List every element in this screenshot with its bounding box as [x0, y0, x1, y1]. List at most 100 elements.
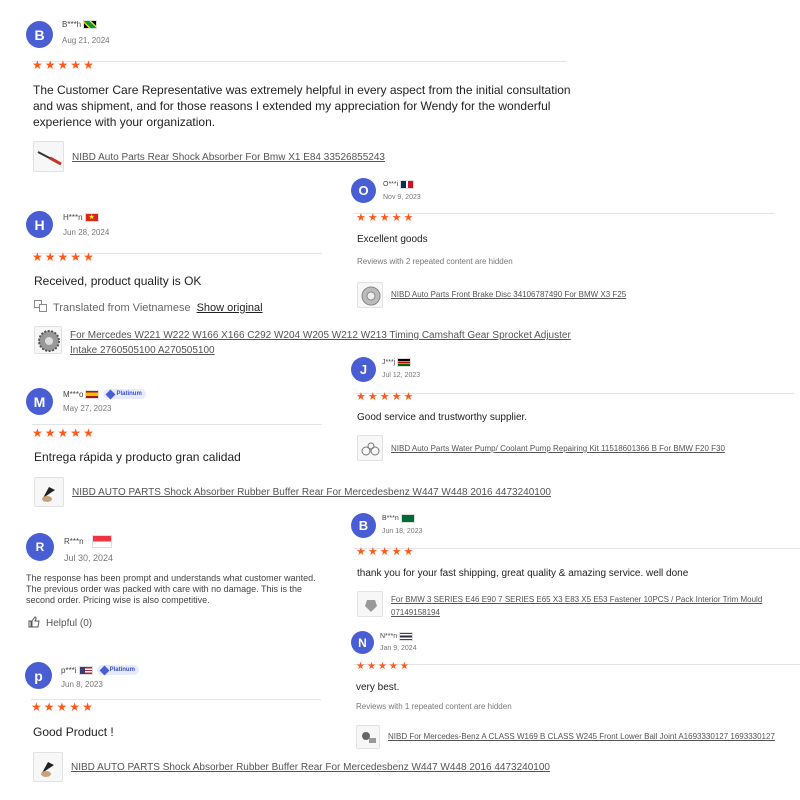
translated-label: Translated from Vietnamese [53, 301, 191, 314]
reviewer-name: p***i [61, 665, 77, 675]
divider [354, 393, 794, 394]
star-icon: ★ [391, 546, 402, 558]
thumbs-up-icon [28, 616, 40, 631]
star-icon: ★ [83, 250, 94, 264]
star-icon: ★ [356, 546, 366, 558]
brake-disc-icon [357, 282, 383, 308]
ball-joint-icon [356, 725, 380, 749]
product-link[interactable]: NIBD AUTO PARTS Shock Absorber Rubber Bu… [72, 487, 551, 498]
reviewer-name: B***h [62, 20, 82, 29]
product-link[interactable]: NIBD For Mercedes-Benz A CLASS W169 B CL… [388, 732, 775, 741]
star-icon: ★ [367, 391, 378, 403]
product-link[interactable]: NIBD Auto Parts Water Pump/ Coolant Pump… [391, 444, 725, 453]
platinum-badge: Platinum [103, 389, 146, 399]
star-icon: ★ [32, 426, 43, 440]
hidden-reviews-note: Reviews with 2 repeated content are hidd… [357, 257, 513, 266]
star-icon: ★ [44, 250, 56, 264]
helpful-button[interactable]: Helpful (0) [28, 616, 92, 631]
review-date: Jun 28, 2024 [63, 228, 110, 237]
star-rating: ★ ★ ★ ★ ★ [31, 701, 93, 713]
review-text: Good service and trustworthy supplier. [357, 412, 528, 423]
product-link[interactable]: NIBD Auto Parts Rear Shock Absorber For … [72, 152, 385, 163]
translate-icon [34, 300, 47, 315]
star-icon: ★ [366, 661, 376, 672]
star-icon: ★ [69, 700, 81, 714]
review-text: thank you for your fast shipping, great … [357, 568, 689, 579]
divider [32, 61, 566, 62]
star-icon: ★ [57, 58, 69, 72]
avatar: B [351, 513, 376, 538]
star-icon: ★ [83, 58, 94, 72]
product-link[interactable]: For Mercedes W221 W222 W166 X166 C292 W2… [70, 328, 600, 358]
product-link[interactable]: NIBD Auto Parts Front Brake Disc 3410678… [391, 290, 626, 299]
platinum-badge: Platinum [96, 665, 139, 675]
star-rating: ★ ★ ★ ★ ★ [32, 427, 94, 439]
star-icon: ★ [32, 58, 43, 72]
fastener-clip-icon [357, 591, 383, 617]
star-icon: ★ [356, 212, 366, 224]
review-date: Jun 18, 2023 [382, 528, 423, 535]
review-date: Aug 21, 2024 [62, 36, 110, 45]
vietnam-flag: ★ [84, 213, 99, 222]
jamaica-flag [83, 20, 98, 29]
avatar: J [351, 357, 376, 382]
star-icon: ★ [57, 426, 69, 440]
star-icon: ★ [403, 212, 414, 224]
review-text: The Customer Care Representative was ext… [33, 83, 571, 129]
reviewer-name: J***j [382, 359, 396, 366]
reviewer-name: H***n [63, 213, 83, 222]
divider [354, 548, 800, 549]
shock-absorber-icon [33, 141, 64, 172]
avatar: O [351, 178, 376, 203]
star-icon: ★ [70, 250, 82, 264]
star-rating: ★ ★ ★ ★ ★ [356, 213, 413, 224]
review-date: Nov 9, 2023 [383, 194, 421, 201]
star-icon: ★ [356, 391, 366, 403]
diamond-icon [99, 665, 110, 675]
star-icon: ★ [70, 58, 82, 72]
review-text: Received, product quality is OK [34, 274, 202, 288]
rubber-buffer-icon [33, 752, 63, 782]
star-icon: ★ [377, 661, 387, 672]
star-rating: ★ ★ ★ ★ ★ [356, 662, 409, 672]
star-icon: ★ [367, 212, 378, 224]
star-icon: ★ [391, 212, 402, 224]
divider [32, 424, 322, 425]
helpful-label: Helpful (0) [46, 618, 93, 629]
avatar: p [25, 662, 52, 689]
product-link[interactable]: For BMW 3 SERIES E46 E90 7 SERIES E65 X3… [391, 593, 800, 619]
hidden-reviews-note: Reviews with 1 repeated content are hidd… [356, 702, 512, 711]
water-pump-icon [357, 435, 383, 461]
dominican-republic-flag [400, 180, 415, 189]
singapore-flag [91, 535, 112, 548]
review-text: The response has been prompt and underst… [26, 573, 316, 605]
product-link[interactable]: NIBD AUTO PARTS Shock Absorber Rubber Bu… [71, 762, 550, 773]
review-text: very best. [356, 682, 400, 693]
star-icon: ★ [70, 426, 82, 440]
rubber-buffer-icon [34, 477, 64, 507]
review-date: May 27, 2023 [63, 404, 112, 413]
avatar: N [351, 631, 374, 654]
star-rating: ★ ★ ★ ★ ★ [356, 392, 413, 403]
usa-flag [78, 665, 93, 675]
star-icon: ★ [399, 661, 409, 672]
thailand-flag [399, 632, 414, 641]
reviewer-name: B***n [382, 515, 399, 522]
reviewer-name: N***n [380, 633, 398, 640]
star-icon: ★ [403, 546, 414, 558]
avatar: H [26, 211, 53, 238]
star-icon: ★ [379, 391, 390, 403]
show-original-link[interactable]: Show original [197, 302, 263, 314]
star-rating: ★ ★ ★ ★ ★ [356, 547, 413, 558]
camshaft-gear-icon [34, 326, 62, 354]
review-text: Good Product ! [33, 725, 114, 739]
star-icon: ★ [379, 546, 390, 558]
star-icon: ★ [56, 700, 68, 714]
star-icon: ★ [379, 212, 390, 224]
divider [354, 664, 800, 665]
review-date: Jun 8, 2023 [61, 680, 103, 689]
star-rating: ★ ★ ★ ★ ★ [32, 59, 94, 71]
avatar: R [26, 533, 54, 561]
reviewer-name: R***n [64, 537, 84, 546]
divider [354, 213, 774, 214]
